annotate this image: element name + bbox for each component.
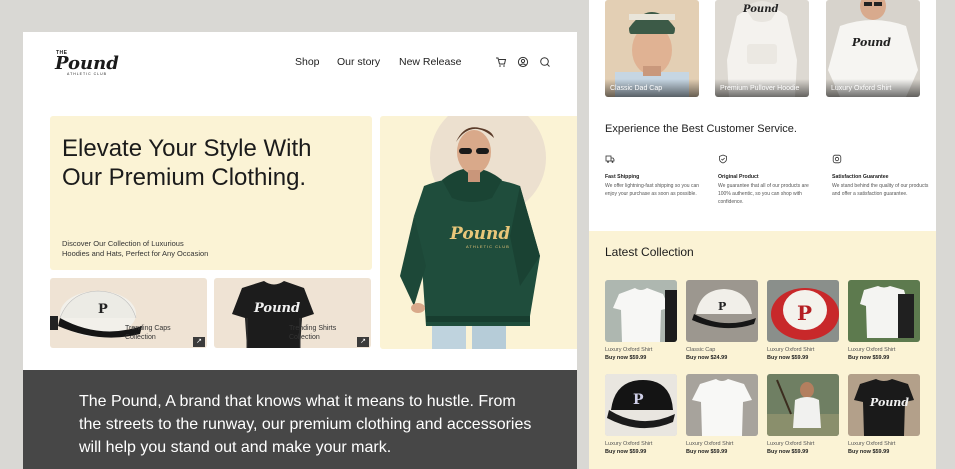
- arrow-icon[interactable]: ↗: [193, 337, 205, 347]
- hero-sub-line1: Discover Our Collection of Luxurious: [62, 239, 184, 248]
- product-image: P: [605, 374, 677, 436]
- product-label: Luxury Oxford Shirt: [831, 85, 892, 92]
- product-card[interactable]: P Luxury Oxford Shirt Buy now $59.99: [767, 280, 839, 361]
- svg-text:P: P: [718, 300, 726, 313]
- service-desc: We stand behind the quality of our produ…: [832, 183, 929, 197]
- trending-caps-line1: Trending Caps: [125, 325, 171, 332]
- trending-shirts-line2: Collection: [289, 334, 320, 341]
- product-name: Luxury Oxford Shirt: [605, 441, 653, 447]
- product-card-classic-dad-cap[interactable]: Classic Dad Cap: [605, 0, 699, 97]
- product-card[interactable]: Pound Luxury Oxford Shirt Buy now $59.99: [848, 374, 920, 455]
- service-name: Original Product: [718, 174, 759, 180]
- cart-icon[interactable]: [495, 56, 507, 68]
- svg-text:Pound: Pound: [742, 4, 778, 15]
- product-price[interactable]: Buy now $24.99: [686, 355, 758, 361]
- svg-text:P: P: [98, 302, 108, 317]
- product-label: Premium Pullover Hoodie: [720, 85, 800, 92]
- search-icon[interactable]: [539, 56, 551, 68]
- latest-collection: Latest Collection Luxury Oxford Shirt Bu…: [589, 231, 936, 469]
- product-name: Luxury Oxford Shirt: [848, 347, 896, 353]
- banner-text: The Pound, A brand that knows what it me…: [79, 393, 532, 456]
- trending-shirts-tile[interactable]: Pound Trending Shirts Collection ↗: [214, 278, 371, 348]
- product-price[interactable]: Buy now $59.99: [767, 449, 839, 455]
- svg-text:Pound: Pound: [869, 396, 909, 409]
- hero-card: Elevate Your Style With Our Premium Clot…: [50, 116, 372, 270]
- product-image: P: [686, 280, 758, 342]
- product-price[interactable]: Buy now $59.99: [686, 449, 758, 455]
- model-image: Pound ATHLETIC CLUB: [400, 116, 546, 349]
- service-desc: We offer lightning-fast shipping so you …: [605, 183, 700, 197]
- hero-title-line1: Elevate Your Style With: [62, 135, 312, 162]
- product-image: [686, 374, 758, 436]
- product-card[interactable]: P Luxury Oxford Shirt Buy now $59.99: [605, 374, 677, 455]
- product-card-luxury-oxford-shirt[interactable]: Pound Luxury Oxford Shirt: [826, 0, 920, 97]
- svg-text:Pound: Pound: [253, 301, 300, 316]
- brand-logo[interactable]: THE Pound ATHLETIC CLUB: [55, 50, 125, 76]
- trending-caps-tile[interactable]: P Trending Caps Collection ↗: [50, 278, 207, 348]
- hoodie-logo: Pound: [449, 224, 510, 244]
- arrow-icon[interactable]: ↗: [357, 337, 369, 347]
- product-image: [848, 280, 920, 342]
- svg-text:P: P: [797, 301, 812, 325]
- shield-icon: [719, 154, 727, 164]
- product-card[interactable]: Luxury Oxford Shirt Buy now $59.99: [686, 374, 758, 455]
- svg-text:Pound: Pound: [851, 36, 891, 49]
- service-name: Fast Shipping: [605, 174, 640, 180]
- service-original-product: Original Product We guarantee that all o…: [718, 154, 818, 206]
- product-card-premium-pullover-hoodie[interactable]: Pound Premium Pullover Hoodie: [715, 0, 809, 97]
- trending-shirts-label: Trending Shirts Collection: [289, 324, 349, 342]
- svg-text:P: P: [633, 392, 644, 408]
- latest-title: Latest Collection: [605, 245, 694, 259]
- nav-link-our-story[interactable]: Our story: [337, 56, 380, 68]
- service-title: Experience the Best Customer Service.: [605, 123, 797, 135]
- product-name: Luxury Oxford Shirt: [605, 347, 653, 353]
- hero-model-photo: Pound ATHLETIC CLUB: [380, 116, 577, 349]
- product-card[interactable]: Luxury Oxford Shirt Buy now $59.99: [605, 280, 677, 361]
- service-fast-shipping: Fast Shipping We offer lightning-fast sh…: [605, 154, 705, 198]
- trending-shirts-line1: Trending Shirts: [289, 325, 337, 332]
- hero-sub-line2: Hoodies and Hats, Perfect for Any Occasi…: [62, 249, 209, 258]
- product-price[interactable]: Buy now $59.99: [767, 355, 839, 361]
- logo-sub: ATHLETIC CLUB: [67, 72, 107, 76]
- product-image: [605, 280, 677, 342]
- service-satisfaction-guarantee: Satisfaction Guarantee We stand behind t…: [832, 154, 932, 198]
- hero-title: Elevate Your Style With Our Premium Clot…: [62, 134, 362, 192]
- product-image: Pound: [848, 374, 920, 436]
- navbar: THE Pound ATHLETIC CLUB Shop Our story N…: [23, 32, 577, 94]
- product-card[interactable]: P Classic Cap Buy now $24.99: [686, 280, 758, 361]
- product-label: Classic Dad Cap: [610, 85, 663, 92]
- product-name: Luxury Oxford Shirt: [848, 441, 896, 447]
- product-card[interactable]: Luxury Oxford Shirt Buy now $59.99: [767, 374, 839, 455]
- landing-page-panel: THE Pound ATHLETIC CLUB Shop Our story N…: [23, 32, 577, 469]
- trending-caps-line2: Collection: [125, 334, 156, 341]
- hoodie-sub: ATHLETIC CLUB: [466, 244, 510, 249]
- product-price[interactable]: Buy now $59.99: [605, 355, 677, 361]
- product-name: Luxury Oxford Shirt: [767, 347, 815, 353]
- product-image: P: [767, 280, 839, 342]
- logo-pound: Pound: [55, 53, 119, 74]
- brand-banner: The Pound, A brand that knows what it me…: [23, 370, 577, 469]
- product-price[interactable]: Buy now $59.99: [848, 355, 920, 361]
- product-name: Classic Cap: [686, 347, 716, 353]
- nav-link-new-release[interactable]: New Release: [399, 56, 461, 68]
- user-icon[interactable]: [517, 56, 529, 68]
- product-panel: Classic Dad Cap Pound Premium Pullover H…: [589, 0, 936, 469]
- service-name: Satisfaction Guarantee: [832, 174, 889, 180]
- nav-link-shop[interactable]: Shop: [295, 56, 320, 68]
- badge-icon: [832, 154, 842, 164]
- truck-icon: [605, 155, 615, 163]
- hero-subtitle: Discover Our Collection of Luxurious Hoo…: [62, 239, 262, 259]
- product-image: [767, 374, 839, 436]
- trending-caps-label: Trending Caps Collection: [125, 324, 185, 342]
- product-name: Luxury Oxford Shirt: [686, 441, 734, 447]
- product-name: Luxury Oxford Shirt: [767, 441, 815, 447]
- service-desc: We guarantee that all of our products ar…: [718, 183, 809, 205]
- product-price[interactable]: Buy now $59.99: [605, 449, 677, 455]
- hero-title-line2: Our Premium Clothing.: [62, 164, 307, 191]
- product-price[interactable]: Buy now $59.99: [848, 449, 920, 455]
- product-card[interactable]: Luxury Oxford Shirt Buy now $59.99: [848, 280, 920, 361]
